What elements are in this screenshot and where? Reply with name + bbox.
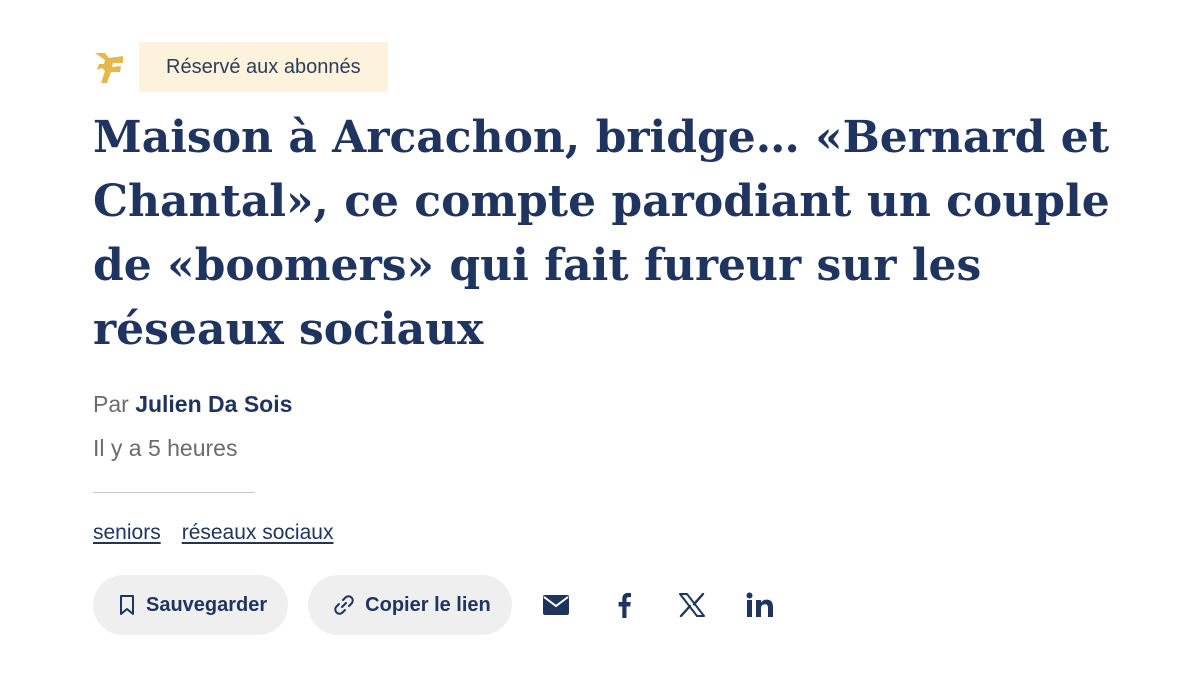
divider xyxy=(93,492,255,493)
publish-time: Il y a 5 heures xyxy=(93,435,238,461)
tag-seniors[interactable]: seniors xyxy=(93,521,161,545)
tag-reseaux-sociaux[interactable]: réseaux sociaux xyxy=(182,521,334,545)
byline: Par Julien Da Sois xyxy=(93,390,1163,418)
tag-list: seniors réseaux sociaux xyxy=(93,521,1163,545)
copy-link-label: Copier le lien xyxy=(365,593,491,616)
copy-link-button[interactable]: Copier le lien xyxy=(308,575,512,635)
subscriber-badge: Réservé aux abonnés xyxy=(139,42,388,92)
article-header: Réservé aux abonnés Maison à Arcachon, b… xyxy=(93,42,1163,635)
x-icon[interactable] xyxy=(668,581,716,629)
save-button[interactable]: Sauvegarder xyxy=(93,575,289,635)
save-button-label: Sauvegarder xyxy=(146,593,268,616)
byline-prefix: Par xyxy=(93,391,129,417)
header-top-row: Réservé aux abonnés xyxy=(93,42,1163,92)
linkedin-icon[interactable] xyxy=(736,581,784,629)
le-figaro-logo-icon[interactable] xyxy=(93,49,129,85)
link-icon xyxy=(332,593,356,617)
article-actions: Sauvegarder Copier le lien xyxy=(93,575,1163,635)
facebook-icon[interactable] xyxy=(600,581,648,629)
article-title: Maison à Arcachon, bridge… «Bernard et C… xyxy=(93,112,1110,355)
email-icon[interactable] xyxy=(532,581,580,629)
bookmark-icon xyxy=(117,594,137,616)
author-name[interactable]: Julien Da Sois xyxy=(135,391,292,417)
